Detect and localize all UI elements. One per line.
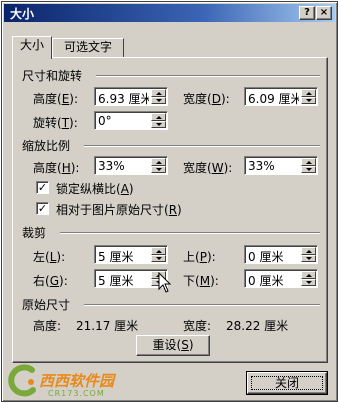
- size-dialog: 大小 ? × 大小 可选文字 尺寸和旋转 高度(E): 6.93 厘米 宽度(D…: [1, 1, 338, 402]
- spin-down-icon[interactable]: [301, 166, 316, 173]
- width-spinbox[interactable]: 6.09 厘米: [244, 87, 318, 106]
- height-value: 6.93 厘米: [98, 92, 149, 106]
- separator: [96, 75, 320, 77]
- tab-alt-text-label: 可选文字: [63, 40, 112, 54]
- crop-top-value: 0 厘米: [248, 250, 284, 264]
- close-icon: ×: [319, 7, 329, 18]
- spin-down-icon[interactable]: [301, 279, 316, 286]
- close-title-button[interactable]: ×: [316, 6, 332, 20]
- crop-top-label: 上(P):: [183, 250, 216, 264]
- reset-button-label: 重设(S): [152, 338, 194, 352]
- tab-size-label: 大小: [19, 38, 44, 52]
- spin-up-icon[interactable]: [301, 271, 316, 279]
- scale-height-value: 33%: [98, 159, 125, 173]
- scale-width-spinbox[interactable]: 33%: [244, 156, 318, 175]
- crop-bottom-spinbox[interactable]: 0 厘米: [244, 269, 318, 288]
- spin-down-icon[interactable]: [151, 121, 166, 128]
- scale-height-label: 高度(H):: [33, 161, 80, 175]
- crop-bottom-value: 0 厘米: [248, 274, 284, 288]
- spin-up-icon[interactable]: [151, 89, 166, 97]
- scale-width-label: 宽度(W):: [183, 161, 233, 175]
- watermark-sub: CR173.COM: [48, 389, 105, 398]
- spin-down-icon[interactable]: [151, 255, 166, 262]
- separator: [60, 232, 320, 234]
- spin-up-icon[interactable]: [151, 158, 166, 166]
- focus-rect: [251, 376, 323, 390]
- section-scale-heading: 缩放比例: [22, 139, 71, 153]
- watermark-name: 西西软件园: [39, 372, 115, 390]
- separator: [84, 145, 320, 147]
- watermark-logo: 西西软件园 CR173.COM: [6, 364, 126, 402]
- crop-left-spinbox[interactable]: 5 厘米: [94, 245, 168, 264]
- scale-width-value: 33%: [248, 159, 275, 173]
- original-height-label: 高度:: [33, 319, 62, 333]
- crop-left-value: 5 厘米: [98, 250, 134, 264]
- scale-height-spinbox[interactable]: 33%: [94, 156, 168, 175]
- height-spinbox[interactable]: 6.93 厘米: [94, 87, 168, 106]
- spin-down-icon[interactable]: [151, 97, 166, 104]
- watermark-logo-icon: [8, 364, 36, 397]
- help-icon: ?: [304, 7, 310, 18]
- check-icon: ✓: [37, 181, 48, 194]
- spin-down-icon[interactable]: [301, 97, 316, 104]
- close-button[interactable]: 关闭: [246, 371, 328, 395]
- help-button[interactable]: ?: [299, 6, 315, 20]
- relative-original-checkbox[interactable]: ✓: [36, 202, 49, 215]
- dialog-title: 大小: [10, 7, 35, 21]
- original-width-value: 28.22 厘米: [226, 319, 289, 333]
- spin-up-icon[interactable]: [151, 247, 166, 255]
- crop-bottom-label: 下(M):: [183, 274, 219, 288]
- section-crop-heading: 裁剪: [22, 226, 47, 240]
- lock-aspect-checkbox[interactable]: ✓: [36, 181, 49, 194]
- section-size-rotate-heading: 尺寸和旋转: [22, 69, 83, 83]
- spin-up-icon[interactable]: [301, 247, 316, 255]
- original-height-value: 21.17 厘米: [76, 319, 139, 333]
- height-label: 高度(E):: [33, 92, 79, 106]
- rotation-spinbox[interactable]: 0°: [94, 111, 168, 130]
- spin-down-icon[interactable]: [151, 166, 166, 173]
- section-original-heading: 原始尺寸: [22, 298, 71, 312]
- spin-down-icon[interactable]: [301, 255, 316, 262]
- original-width-label: 宽度:: [183, 319, 212, 333]
- crop-right-value: 5 厘米: [98, 274, 134, 288]
- relative-original-label[interactable]: 相对于图片原始尺寸(R): [56, 201, 182, 218]
- rotation-label: 旋转(T):: [33, 116, 78, 130]
- check-icon: ✓: [37, 202, 48, 215]
- crop-left-label: 左(L):: [33, 250, 66, 264]
- lock-aspect-label[interactable]: 锁定纵横比(A): [56, 180, 134, 197]
- mouse-cursor-icon: [158, 272, 172, 293]
- width-label: 宽度(D):: [183, 92, 230, 106]
- rotation-value: 0°: [98, 114, 112, 128]
- reset-button[interactable]: 重设(S): [136, 335, 210, 356]
- crop-right-label: 右(G):: [33, 274, 68, 288]
- separator: [84, 304, 320, 306]
- crop-right-spinbox[interactable]: 5 厘米: [94, 269, 168, 288]
- spin-up-icon[interactable]: [151, 113, 166, 121]
- crop-top-spinbox[interactable]: 0 厘米: [244, 245, 318, 264]
- spin-up-icon[interactable]: [301, 158, 316, 166]
- title-bar[interactable]: 大小 ? ×: [4, 4, 335, 22]
- tab-alt-text[interactable]: 可选文字: [52, 38, 124, 58]
- spin-up-icon[interactable]: [301, 89, 316, 97]
- tab-size[interactable]: 大小: [12, 36, 52, 59]
- width-value: 6.09 厘米: [248, 92, 299, 106]
